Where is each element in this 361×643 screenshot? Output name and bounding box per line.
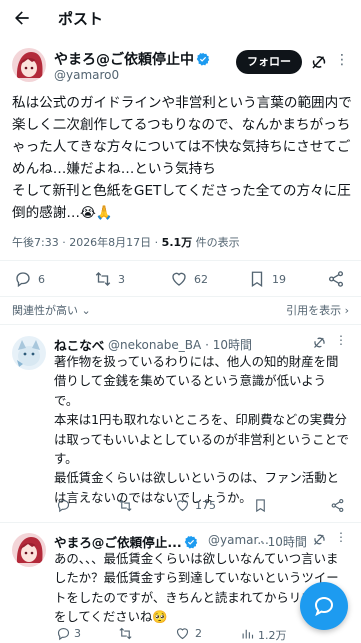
avatar[interactable] <box>12 336 46 370</box>
divider <box>0 296 361 297</box>
reply-icon[interactable] <box>56 498 71 513</box>
reply-time: · 10時間 <box>260 535 307 549</box>
like-count: 175 <box>195 499 216 512</box>
like-count: 2 <box>195 627 202 640</box>
heart-icon[interactable] <box>175 498 190 513</box>
bookmark-button[interactable]: 19 <box>248 270 286 288</box>
share-icon <box>328 271 344 287</box>
more-options-icon[interactable]: ⋮ <box>335 52 350 68</box>
author-name[interactable]: やまろ@ご依頼停止中 <box>54 49 210 69</box>
back-arrow-icon[interactable] <box>12 8 32 28</box>
chat-bubble-icon <box>314 596 334 617</box>
grok-icon[interactable] <box>312 532 327 547</box>
like-button[interactable]: 62 <box>170 270 208 288</box>
tweet-timestamp[interactable]: 午後7:33 · 2026年8月17日 · <box>12 236 162 249</box>
reply-count: 3 <box>74 627 81 640</box>
sort-dropdown[interactable]: 関連性が高い ⌄ <box>12 302 91 318</box>
reply-author-handle: @nekonabe_BA · 10時間 <box>108 338 252 352</box>
divider <box>0 522 361 523</box>
retweet-icon[interactable] <box>118 626 133 641</box>
retweet-icon[interactable] <box>118 498 133 513</box>
tweet-body: 私は公式のガイドラインや非営利という言葉の範囲内で楽しく二次創作してるつもりなの… <box>12 95 352 221</box>
verified-badge-icon <box>184 535 197 549</box>
avatar[interactable] <box>12 48 46 82</box>
top-bar: ポスト <box>0 0 361 36</box>
grok-icon[interactable] <box>310 53 328 71</box>
more-options-icon[interactable]: ⋮ <box>335 333 348 347</box>
reply-button[interactable]: 6 <box>14 270 45 288</box>
follow-button[interactable]: フォロー <box>236 50 302 74</box>
reply-body: 著作物を扱っているわりには、他人の知的財産を間借りして金銭を集めているという意識… <box>54 354 349 505</box>
reply-icon[interactable] <box>56 626 71 641</box>
views-label: 件の表示 <box>192 236 240 249</box>
avatar[interactable] <box>12 533 46 567</box>
retweet-button[interactable]: 3 <box>94 270 125 288</box>
heart-icon <box>172 272 186 286</box>
page-title: ポスト <box>58 10 104 28</box>
views-count: 1.2万 <box>258 629 287 642</box>
author-handle: @yamaro0 <box>54 68 120 82</box>
bookmark-icon <box>251 271 263 288</box>
divider <box>0 324 361 325</box>
verified-badge-icon <box>196 52 210 66</box>
quotes-link[interactable]: 引用を表示 › <box>286 302 349 318</box>
action-bar: 6 3 62 19 <box>0 270 361 296</box>
views-icon[interactable] <box>240 626 255 641</box>
retweet-icon <box>95 272 111 286</box>
compose-reply-button[interactable] <box>300 582 348 630</box>
views-count: 5.1万 <box>161 236 193 249</box>
bookmark-icon[interactable] <box>253 498 268 513</box>
grok-icon[interactable] <box>312 335 327 350</box>
reply-icon <box>16 272 30 288</box>
share-icon[interactable] <box>330 498 345 513</box>
share-button[interactable] <box>327 270 345 288</box>
heart-icon[interactable] <box>175 626 190 641</box>
more-options-icon[interactable]: ⋮ <box>335 530 348 544</box>
tweet-meta: 午後7:33 · 2026年8月17日 · 5.1万 件の表示 <box>12 234 240 250</box>
divider <box>0 260 361 261</box>
